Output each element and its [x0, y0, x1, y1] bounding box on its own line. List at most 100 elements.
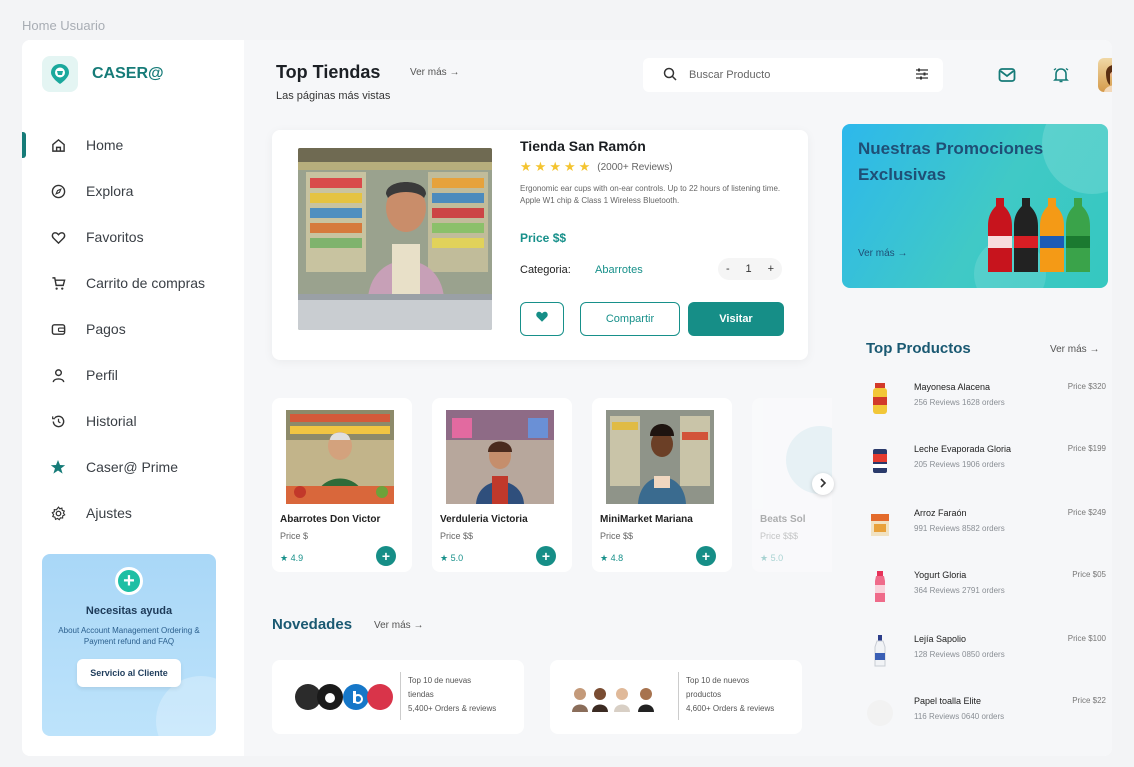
quantity-value: 1	[745, 263, 752, 275]
product-name: Leche Evaporada Gloria	[914, 444, 1012, 454]
search-input[interactable]: Buscar Producto	[689, 69, 770, 81]
featured-store-price: Price $$	[520, 231, 567, 245]
sidebar-item-favoritos[interactable]: Favoritos	[22, 214, 244, 260]
sidebar-item-home[interactable]: Home	[22, 122, 244, 168]
share-button[interactable]: Compartir	[580, 302, 680, 336]
store-price: Price $	[280, 531, 309, 541]
product-item[interactable]: Arroz Faraón 991 Reviews 8582 orders Pri…	[866, 504, 1106, 548]
product-name: Lejía Sapolio	[914, 634, 967, 644]
store-image	[286, 410, 394, 504]
novedades-card-line: tiendas	[408, 690, 434, 699]
people-avatars-icon	[572, 688, 654, 712]
brand-logo[interactable]: CASER@	[42, 56, 164, 92]
sidebar-item-label: Explora	[86, 183, 134, 199]
sidebar-item-explora[interactable]: Explora	[22, 168, 244, 214]
top-productos-title: Top Productos	[866, 340, 971, 357]
category-value[interactable]: Abarrotes	[595, 264, 643, 276]
heart-icon	[50, 229, 66, 245]
bell-icon[interactable]	[1050, 64, 1072, 86]
add-button[interactable]: +	[696, 546, 716, 566]
search-icon	[663, 67, 677, 84]
sidebar-item-pagos[interactable]: Pagos	[22, 306, 244, 352]
sidebar-item-label: Historial	[86, 413, 137, 429]
promo-ver-mas-link[interactable]: Ver más →	[858, 248, 907, 259]
sidebar-item-prime[interactable]: Caser@ Prime	[22, 444, 244, 490]
visit-button[interactable]: Visitar	[688, 302, 784, 336]
product-item[interactable]: Papel toalla Elite 116 Reviews 0640 orde…	[866, 692, 1106, 736]
novedades-card-line: productos	[686, 690, 722, 699]
product-name: Papel toalla Elite	[914, 696, 982, 706]
store-name: Verduleria Victoria	[440, 514, 528, 525]
product-price: Price $100	[1067, 634, 1106, 643]
yogurt-bottle-icon	[866, 570, 894, 604]
product-name: Yogurt Gloria	[914, 570, 967, 580]
help-title: Necesitas ayuda	[85, 605, 173, 617]
add-button[interactable]: +	[536, 546, 556, 566]
divider	[678, 672, 679, 720]
help-description: About Account Management Ordering & Paym…	[58, 626, 200, 646]
favorite-button[interactable]	[520, 302, 564, 336]
product-item[interactable]: Yogurt Gloria 364 Reviews 2791 orders Pr…	[866, 566, 1106, 610]
novedades-card-line: Top 10 de nuevas	[408, 676, 472, 685]
plus-icon[interactable]: +	[115, 567, 143, 595]
top-tiendas-ver-mas-link[interactable]: Ver más →	[410, 67, 459, 78]
wallet-icon	[50, 321, 66, 337]
main-content: Top Tiendas Ver más → Las páginas más vi…	[244, 40, 1112, 756]
promo-title: Nuestras Promociones Exclusivas	[858, 139, 1044, 184]
store-name: Beats Sol	[760, 514, 806, 525]
featured-store-card: Tienda San Ramón ★ ★ ★ ★ ★ (2000+ Review…	[272, 130, 808, 360]
sidebar-item-ajustes[interactable]: Ajustes	[22, 490, 244, 536]
product-item[interactable]: Leche Evaporada Gloria 205 Reviews 1906 …	[866, 440, 1106, 484]
novedades-card-stat: 4,600+ Orders & reviews	[686, 704, 775, 713]
star-icon: ★	[534, 159, 547, 174]
rice-bag-icon	[866, 508, 894, 542]
app-window: CASER@ Home Explora Favoritos Carrito de…	[22, 40, 1112, 756]
store-image	[606, 410, 714, 504]
heart-icon	[535, 310, 549, 328]
store-rating: ★ 4.9	[280, 553, 304, 563]
help-card: + Necesitas ayuda About Account Manageme…	[42, 554, 216, 736]
paper-towel-icon	[866, 696, 894, 730]
mayonnaise-icon	[866, 382, 894, 416]
increment-button[interactable]: +	[768, 263, 774, 275]
novedades-card-products[interactable]: Top 10 de nuevos productos 4,600+ Orders…	[550, 660, 802, 734]
filter-icon[interactable]	[915, 67, 929, 84]
product-price: Price $05	[1072, 570, 1106, 579]
product-price: Price $249	[1067, 508, 1106, 517]
novedades-ver-mas-link[interactable]: Ver más →	[374, 620, 423, 631]
sidebar-item-label: Pagos	[86, 321, 126, 337]
basket-pin-icon	[42, 56, 78, 92]
sidebar-item-carrito[interactable]: Carrito de compras	[22, 260, 244, 306]
product-item[interactable]: Lejía Sapolio 128 Reviews 0850 orders Pr…	[866, 630, 1106, 674]
promo-banner[interactable]: Nuestras Promociones Exclusivas Ver más …	[842, 124, 1108, 288]
novedades-card-stores[interactable]: Top 10 de nuevas tiendas 5,400+ Orders &…	[272, 660, 524, 734]
store-rating: ★ 5.0	[760, 553, 784, 563]
cart-icon	[50, 275, 66, 291]
product-price: Price $320	[1067, 382, 1106, 391]
add-button[interactable]: +	[376, 546, 396, 566]
user-icon	[50, 367, 66, 383]
product-meta: 256 Reviews 1628 orders	[914, 398, 1005, 407]
home-icon	[50, 137, 66, 153]
store-card[interactable]: MiniMarket Mariana Price $$ ★ 4.8 +	[592, 398, 732, 572]
customer-service-button[interactable]: Servicio al Cliente	[77, 659, 181, 687]
sidebar-nav: Home Explora Favoritos Carrito de compra…	[22, 122, 244, 536]
store-rating: ★ 4.8	[600, 553, 624, 563]
star-icon: ★	[520, 159, 532, 174]
window-title: Home Usuario	[22, 18, 106, 33]
carousel-next-button[interactable]	[812, 473, 834, 495]
mail-icon[interactable]	[996, 64, 1018, 86]
store-card[interactable]: Verduleria Victoria Price $$ ★ 5.0 +	[432, 398, 572, 572]
gear-icon	[50, 505, 66, 521]
star-icon: ★	[578, 159, 591, 174]
search-bar[interactable]: Buscar Producto	[643, 58, 943, 92]
top-productos-ver-mas-link[interactable]: Ver más →	[1050, 344, 1099, 355]
featured-store-image	[298, 148, 492, 330]
store-card[interactable]: Abarrotes Don Victor Price $ ★ 4.9 +	[272, 398, 412, 572]
decrement-button[interactable]: -	[726, 263, 730, 275]
avatar[interactable]	[1098, 58, 1112, 92]
product-item[interactable]: Mayonesa Alacena 256 Reviews 1628 orders…	[866, 378, 1106, 422]
sidebar-item-perfil[interactable]: Perfil	[22, 352, 244, 398]
soda-bottles-icon	[988, 198, 1090, 272]
sidebar-item-historial[interactable]: Historial	[22, 398, 244, 444]
